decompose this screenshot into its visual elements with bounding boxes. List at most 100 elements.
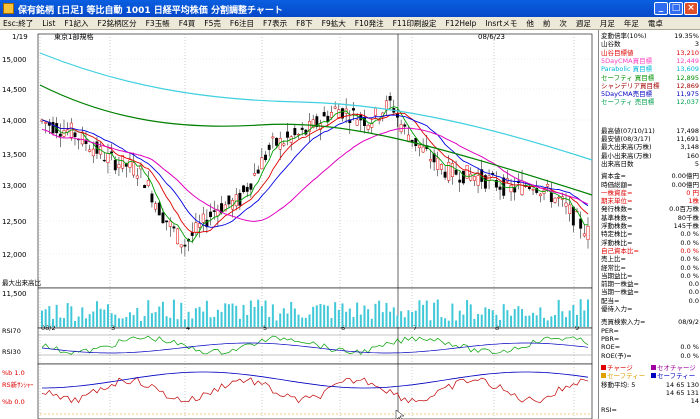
hilo-row-value: 3,148 bbox=[680, 143, 699, 152]
volume-bar bbox=[77, 316, 80, 327]
volume-bar bbox=[521, 309, 524, 327]
volume-bar bbox=[557, 299, 560, 327]
fund-row: 前期一株益= 0.0 bbox=[601, 280, 699, 288]
volume-bar bbox=[381, 312, 384, 327]
menu-item-12[interactable]: F11印刷設定 bbox=[393, 18, 437, 29]
candle bbox=[135, 175, 139, 179]
fund-row-label: 経常比= bbox=[601, 263, 626, 272]
menu-item-10[interactable]: F9拡大 bbox=[322, 18, 346, 29]
menu-item-6[interactable]: F5売 bbox=[204, 18, 221, 29]
valuation-row-value: 0.0 % bbox=[680, 351, 699, 360]
menu-item-17[interactable]: 次 bbox=[559, 18, 567, 29]
date-readout: 08/6/23 bbox=[478, 33, 505, 41]
chart-area[interactable]: 15,000 14,500 14,000 13,500 13,000 12,500 12,0… bbox=[0, 30, 598, 419]
volume-bar bbox=[440, 317, 443, 327]
menu-item-11[interactable]: F10発注 bbox=[355, 18, 384, 29]
volume-bar bbox=[73, 320, 76, 327]
maximize-button[interactable]: □ bbox=[669, 2, 683, 15]
valuation-row-label: 売買検索入力= bbox=[601, 318, 646, 327]
volume-bar bbox=[132, 315, 135, 327]
candle bbox=[271, 136, 275, 139]
menu-item-7[interactable]: F6注目 bbox=[230, 18, 254, 29]
valuation-row: PBR= bbox=[601, 335, 699, 343]
volume-bar bbox=[165, 316, 168, 327]
menu-item-16[interactable]: 前 bbox=[543, 18, 551, 29]
menu-item-18[interactable]: 週足 bbox=[576, 18, 591, 29]
volume-bar bbox=[301, 317, 304, 327]
price-tick-label: 12,000 bbox=[2, 251, 27, 259]
stat-row-value: 13,210 bbox=[676, 48, 699, 57]
volume-bar bbox=[213, 316, 216, 327]
volume-label: 最大出来高比 bbox=[2, 278, 42, 287]
menu-item-20[interactable]: 年足 bbox=[624, 18, 639, 29]
stat-row-label: Parabolic 買目標 bbox=[601, 65, 653, 74]
market-label: 東京1部規格 bbox=[54, 32, 93, 41]
pctb-bottom-label: %b 0.0 bbox=[2, 398, 25, 406]
fund-row-label: 時価総額= bbox=[601, 180, 633, 189]
menu-item-9[interactable]: F8下 bbox=[296, 18, 313, 29]
menu-item-13[interactable]: F12Help bbox=[445, 19, 476, 28]
menu-item-4[interactable]: F3玉帳 bbox=[146, 18, 170, 29]
hilo-row-value: 17,498 bbox=[676, 126, 699, 135]
candle bbox=[165, 220, 169, 223]
price-tick-label: 14,000 bbox=[2, 117, 27, 125]
volume-bar bbox=[315, 305, 318, 327]
fund-row-label: 特定株比= bbox=[601, 230, 633, 239]
menu-item-5[interactable]: F4買 bbox=[179, 18, 196, 29]
volume-bar bbox=[205, 300, 208, 327]
fund-row-label: 基準株数= bbox=[601, 213, 633, 222]
stat-row: セーフティ 買目標 12,895 bbox=[601, 74, 699, 82]
fund-row-label: 自己資本比= bbox=[601, 246, 639, 255]
menu-item-15[interactable]: 他 bbox=[526, 18, 534, 29]
menu-item-2[interactable]: F1記入 bbox=[64, 18, 88, 29]
bottom-row: 14 bbox=[601, 397, 699, 405]
volume-bar bbox=[356, 302, 359, 327]
info-panel: 変動倍率(10%) 19.35% 山谷数 3 山谷目標値 13,210 5DayCMA買目標… bbox=[598, 30, 700, 419]
volume-bar bbox=[238, 318, 241, 327]
fund-row-label: 前期一株益= bbox=[601, 280, 639, 289]
volume-bar bbox=[161, 301, 164, 327]
fund-row: 時価総額= 0.00億円 bbox=[601, 181, 699, 189]
price-tick-label: 13,500 bbox=[2, 151, 27, 159]
fund-row-value: 145千株 bbox=[673, 222, 699, 230]
minimize-button[interactable]: _ bbox=[654, 2, 668, 15]
menu-item-3[interactable]: F2銘柄区分 bbox=[98, 18, 137, 29]
candle bbox=[234, 194, 238, 207]
volume-bar bbox=[246, 314, 249, 327]
menu-item-14[interactable]: Insrtメモ bbox=[485, 18, 517, 29]
volume-bar bbox=[389, 311, 392, 327]
menu-item-1[interactable]: List bbox=[42, 19, 55, 28]
volume-bar bbox=[334, 302, 337, 327]
candle bbox=[172, 226, 176, 229]
candle bbox=[194, 222, 198, 233]
stat-row-value: 3 bbox=[694, 40, 699, 49]
volume-bar bbox=[147, 300, 150, 327]
hilo-row-value: 11,691 bbox=[676, 135, 699, 143]
candle bbox=[355, 119, 359, 126]
stock-chart[interactable]: 15,000 14,500 14,000 13,500 13,000 12,500 12,0… bbox=[0, 30, 598, 419]
volume-bar bbox=[279, 313, 282, 327]
volume-bar bbox=[198, 306, 201, 327]
menu-item-0[interactable]: Esc:終了 bbox=[3, 18, 33, 29]
menu-item-21[interactable]: 電卓 bbox=[648, 18, 663, 29]
menu-item-8[interactable]: F7表示 bbox=[263, 18, 287, 29]
rsi-pane bbox=[37, 327, 593, 365]
stat-row: Parabolic 買目標 13,609 bbox=[601, 65, 699, 73]
candle bbox=[264, 154, 267, 161]
volume-bar bbox=[429, 320, 432, 327]
volume-bar bbox=[297, 314, 300, 327]
candle bbox=[113, 159, 117, 171]
volume-bar bbox=[488, 309, 491, 327]
volume-bar bbox=[128, 312, 131, 327]
price-tick-label: 13,000 bbox=[2, 182, 27, 190]
hilo-row-value: 5 bbox=[694, 159, 699, 168]
candle bbox=[443, 171, 447, 178]
close-button[interactable]: × bbox=[684, 2, 698, 15]
volume-bar bbox=[62, 318, 65, 327]
hilo-row: 最安値(08/3/17) 11,691 bbox=[601, 135, 699, 143]
volume-bar bbox=[535, 315, 538, 327]
volume-bar bbox=[392, 307, 395, 327]
fund-row-value: 0.00億円 bbox=[671, 180, 699, 189]
menu-item-19[interactable]: 月足 bbox=[600, 18, 615, 29]
valuation-row-value: 0.0 % bbox=[680, 343, 699, 352]
